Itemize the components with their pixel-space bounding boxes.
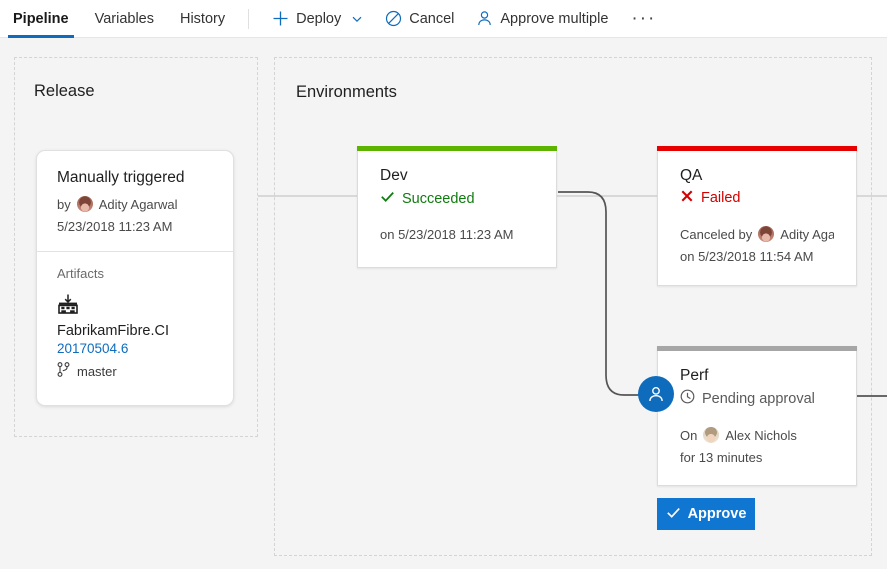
release-panel-title: Release [34, 82, 95, 101]
tab-pipeline[interactable]: Pipeline [0, 0, 82, 38]
more-options-label: ··· [631, 13, 656, 24]
dev-deploy-time: on 5/23/2018 11:23 AM [380, 227, 534, 242]
dev-status-accent-bar [357, 146, 557, 151]
tab-pipeline-label: Pipeline [13, 11, 69, 27]
environment-card-qa[interactable]: QA Failed Canceled by Adity Agar… on 5/2… [657, 146, 857, 286]
checkmark-icon [666, 505, 681, 524]
qa-status-label: Failed [701, 190, 741, 206]
dev-card-body: Dev Succeeded on 5/23/2018 11:23 AM [358, 147, 556, 242]
release-user-name: Adity Agarwal [99, 197, 178, 212]
artifact-name: FabrikamFibre.CI [57, 323, 213, 339]
qa-status-accent-bar [657, 146, 857, 151]
qa-environment-name: QA [680, 167, 834, 185]
qa-canceled-by-prefix: Canceled by [680, 227, 752, 242]
perf-approver-name: Alex Nichols [725, 428, 797, 443]
person-icon [476, 10, 493, 27]
artifact-version-link[interactable]: 20170504.6 [57, 341, 213, 356]
branch-icon [57, 362, 70, 380]
toolbar-divider [248, 9, 249, 29]
perf-pending-duration: for 13 minutes [680, 450, 834, 465]
branch-name: master [77, 364, 117, 379]
avatar-alex [703, 427, 719, 443]
artifact-branch: master [57, 362, 213, 380]
tab-history[interactable]: History [167, 0, 238, 38]
tab-variables[interactable]: Variables [82, 0, 167, 38]
qa-status: Failed [680, 189, 834, 207]
cancel-icon [385, 10, 402, 27]
avatar-adity [77, 196, 93, 212]
avatar-adity [758, 226, 774, 242]
qa-canceled-time: on 5/23/2018 11:54 AM [680, 249, 834, 264]
cancel-label: Cancel [409, 11, 454, 27]
environment-card-perf[interactable]: Perf Pending approval On Alex Nichols fo… [657, 346, 857, 486]
perf-status: Pending approval [680, 389, 834, 408]
deploy-label: Deploy [296, 11, 341, 27]
release-artifacts-section: Artifacts FabrikamFibre.CI 20170504.6 [37, 252, 233, 380]
person-badge-icon[interactable] [638, 376, 674, 412]
perf-status-accent-bar [657, 346, 857, 351]
approve-button[interactable]: Approve [657, 498, 755, 530]
plus-icon [272, 10, 289, 27]
release-date: 5/23/2018 11:23 AM [57, 219, 213, 234]
perf-approver: On Alex Nichols [680, 427, 834, 443]
release-triggered-by: by Adity Agarwal [57, 196, 213, 212]
qa-canceled-by-user: Adity Agar… [780, 227, 834, 242]
cancel-button[interactable]: Cancel [374, 0, 465, 38]
perf-approver-prefix: On [680, 428, 697, 443]
artifacts-label: Artifacts [57, 266, 213, 281]
deploy-button[interactable]: Deploy [261, 0, 374, 38]
more-options-button[interactable]: ··· [619, 0, 668, 38]
environments-panel-title: Environments [296, 83, 397, 102]
toolbar: Pipeline Variables History Deploy [0, 0, 887, 38]
release-pipeline-view: Pipeline Variables History Deploy [0, 0, 887, 569]
tab-variables-label: Variables [95, 11, 154, 27]
dev-status-label: Succeeded [402, 191, 475, 207]
dev-environment-name: Dev [380, 167, 534, 185]
approve-button-label: Approve [688, 506, 747, 522]
by-prefix-label: by [57, 197, 71, 212]
tab-history-label: History [180, 11, 225, 27]
checkmark-icon [380, 189, 395, 208]
build-artifact-icon [57, 301, 79, 318]
environment-card-dev[interactable]: Dev Succeeded on 5/23/2018 11:23 AM [357, 146, 557, 268]
perf-environment-name: Perf [680, 367, 834, 385]
release-card-header: Manually triggered by Adity Agarwal 5/23… [37, 151, 233, 234]
chevron-down-icon [351, 13, 363, 25]
approve-multiple-button[interactable]: Approve multiple [465, 0, 619, 38]
approve-multiple-label: Approve multiple [500, 11, 608, 27]
qa-card-body: QA Failed Canceled by Adity Agar… on 5/2… [658, 147, 856, 264]
release-trigger-title: Manually triggered [57, 169, 213, 187]
release-card[interactable]: Manually triggered by Adity Agarwal 5/23… [36, 150, 234, 406]
clock-icon [680, 389, 695, 408]
perf-status-label: Pending approval [702, 391, 815, 407]
x-icon [680, 189, 694, 207]
perf-card-body: Perf Pending approval On Alex Nichols fo… [658, 347, 856, 465]
dev-status: Succeeded [380, 189, 534, 208]
qa-canceled-by: Canceled by Adity Agar… [680, 226, 834, 242]
